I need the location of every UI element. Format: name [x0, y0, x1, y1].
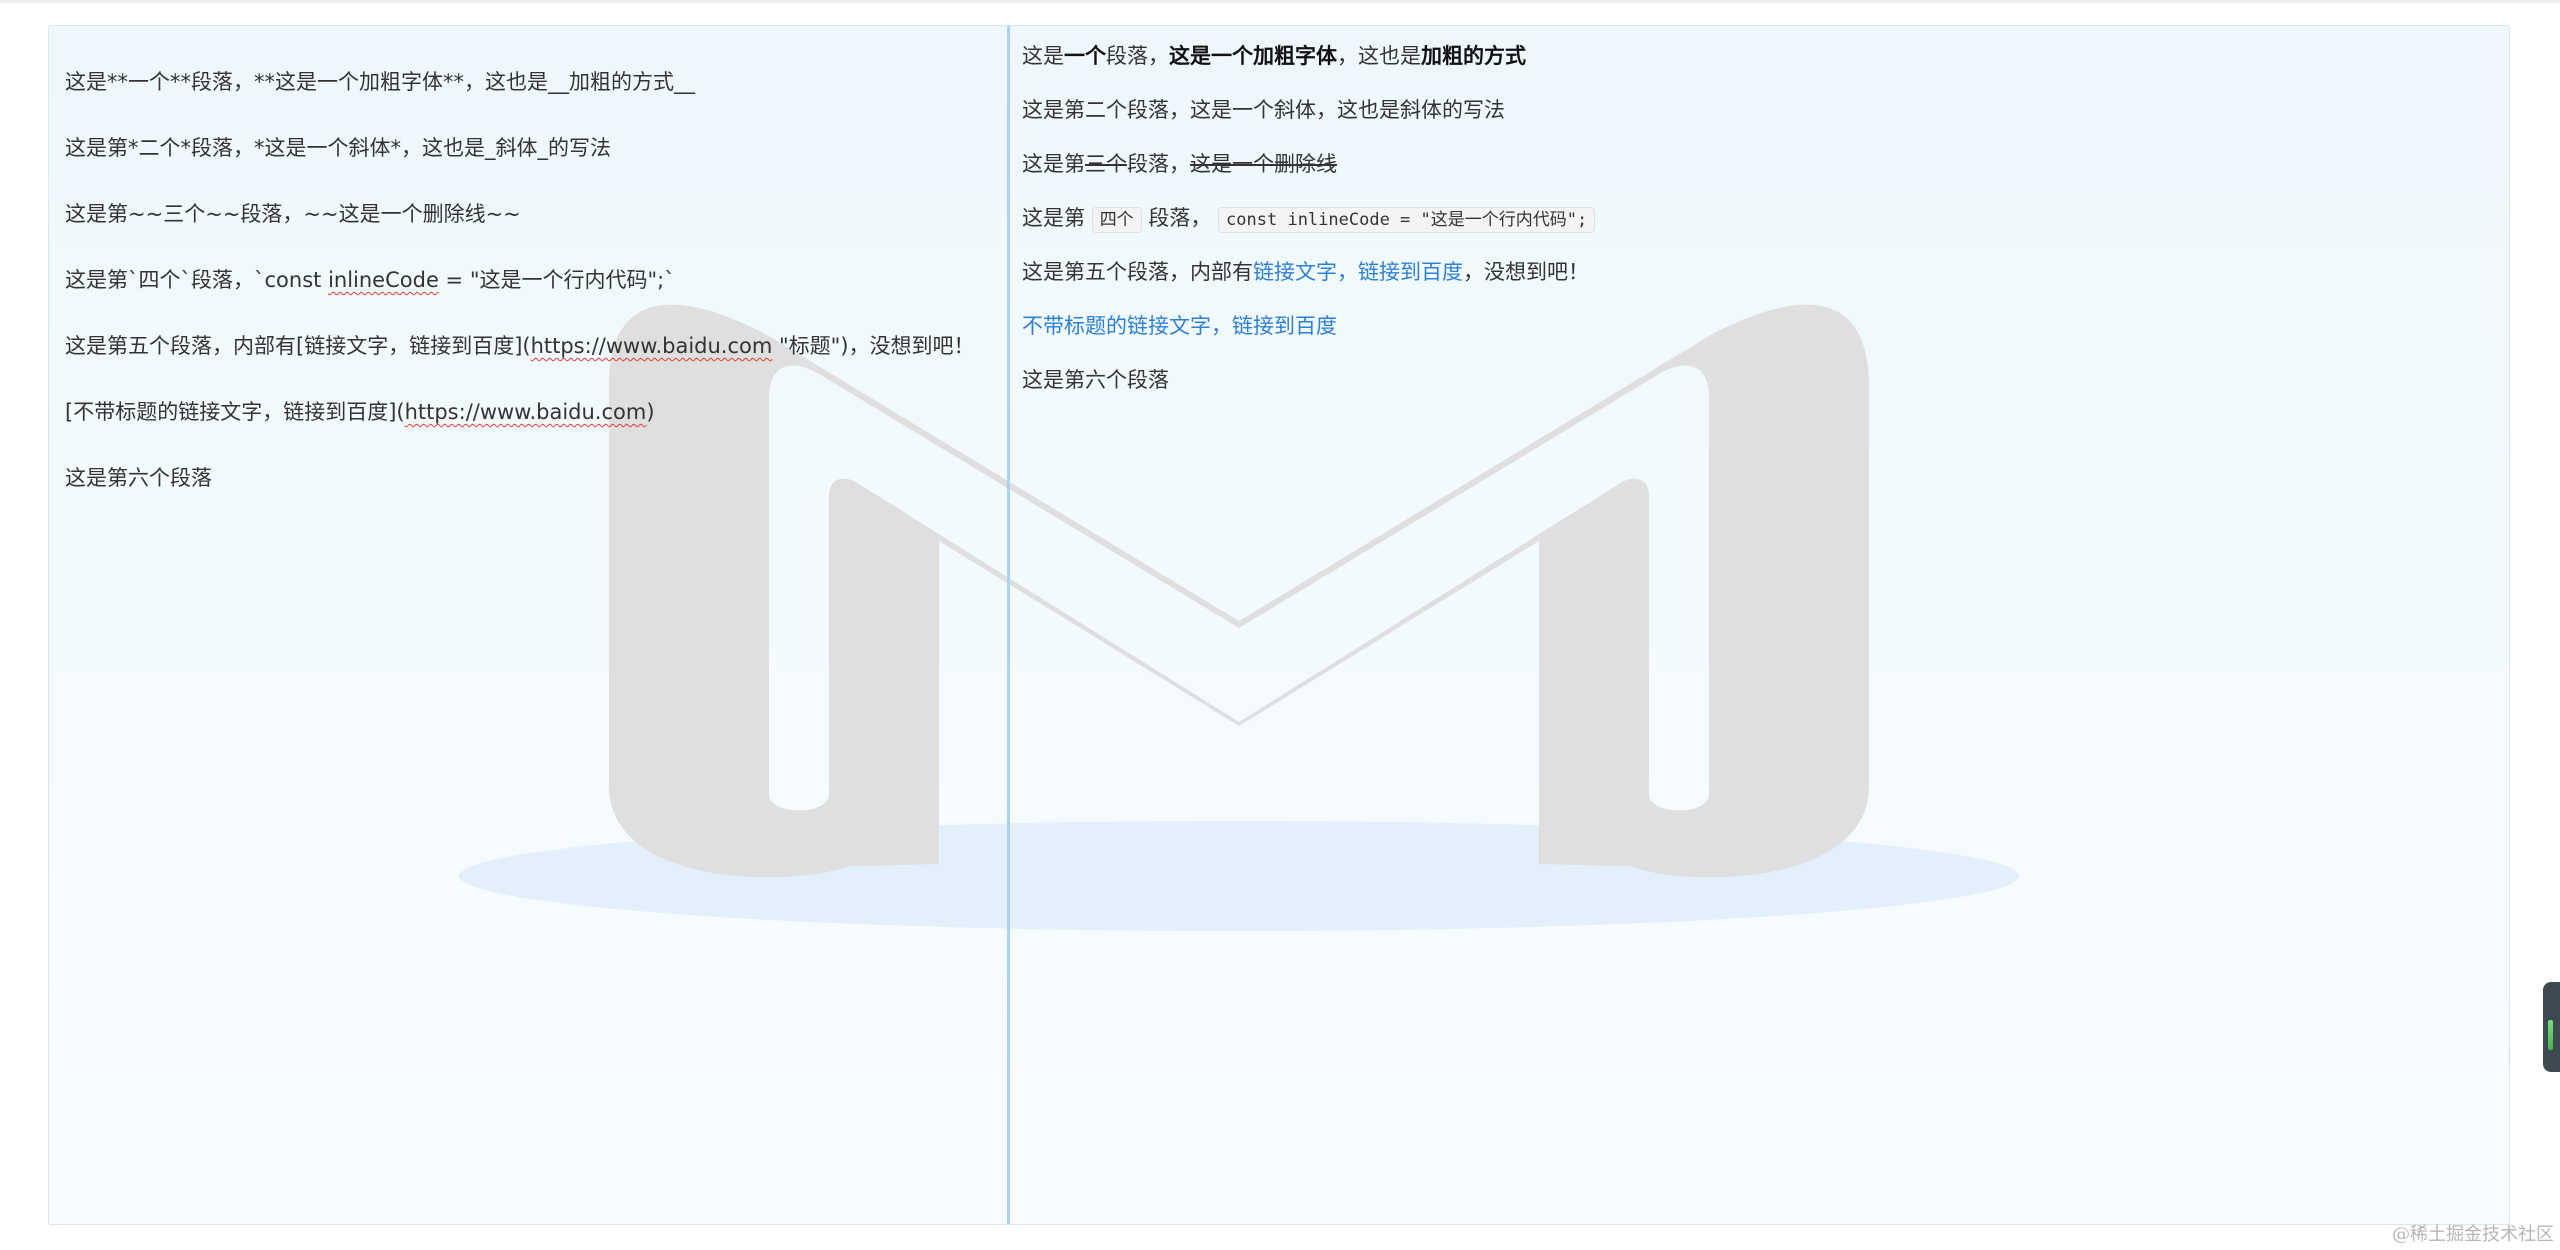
source-line[interactable]: 这是第六个段落 — [65, 462, 992, 494]
source-line[interactable]: [不带标题的链接文字，链接到百度](https://www.baidu.com) — [65, 396, 992, 428]
source-text: 这是第`四个`段落，`const — [65, 268, 329, 292]
preview-paragraph: 这是第六个段落 — [1022, 368, 1169, 392]
text: 段落， — [1141, 206, 1219, 230]
baidu-link[interactable]: 链接文字，链接到百度 — [1253, 260, 1463, 284]
preview-paragraph: 这是第五个段落，内部有链接文字，链接到百度，没想到吧！ — [1022, 256, 2491, 288]
text: 这是第五个段落，内部有 — [1022, 260, 1253, 284]
side-widget-handle[interactable] — [2543, 982, 2560, 1072]
text: 段落， — [1106, 44, 1169, 68]
text: 这是第 — [1022, 152, 1085, 176]
markdown-editor: 这是**一个**段落，**这是一个加粗字体**，这也是__加粗的方式__ 这是第… — [48, 25, 2510, 1225]
markdown-source-pane[interactable]: 这是**一个**段落，**这是一个加粗字体**，这也是__加粗的方式__ 这是第… — [49, 26, 1007, 1224]
strikethrough-text: 这是一个删除线 — [1190, 152, 1337, 176]
bold-text: 一个 — [1064, 44, 1106, 68]
source-text: ) — [646, 400, 655, 424]
spellcheck-underline: https://www.baidu.com — [404, 400, 647, 424]
text: ，没想到吧！ — [1463, 260, 1589, 284]
text: 段落， — [1127, 152, 1190, 176]
source-text: [不带标题的链接文字，链接到百度]( — [65, 400, 405, 424]
spellcheck-underline: https://www.baidu.com — [530, 334, 773, 358]
inline-code: const inlineCode = "这是一个行内代码"; — [1218, 207, 1596, 233]
site-watermark: @稀土掘金技术社区 — [2392, 1224, 2554, 1245]
inline-code: 四个 — [1091, 207, 1142, 233]
top-border — [0, 0, 2560, 3]
source-line[interactable]: 这是第*二个*段落，*这是一个斜体*，这也是_斜体_的写法 — [65, 132, 992, 164]
source-text: "标题")，没想到吧！ — [772, 334, 975, 358]
source-line[interactable]: 这是第`四个`段落，`const inlineCode = "这是一个行内代码"… — [65, 264, 992, 296]
text: 这是 — [1022, 44, 1064, 68]
source-text: = "这是一个行内代码";` — [438, 268, 675, 292]
baidu-link-untitled[interactable]: 不带标题的链接文字，链接到百度 — [1022, 314, 1337, 338]
page: 这是**一个**段落，**这是一个加粗字体**，这也是__加粗的方式__ 这是第… — [0, 0, 2560, 1250]
bold-text: 加粗的方式 — [1421, 44, 1526, 68]
preview-paragraph: 这是一个段落，这是一个加粗字体，这也是加粗的方式 — [1022, 40, 2491, 72]
text: ，这也是 — [1337, 44, 1421, 68]
bold-text: 这是一个加粗字体 — [1169, 44, 1337, 68]
preview-paragraph: 这是第 四个 段落， const inlineCode = "这是一个行内代码"… — [1022, 202, 2491, 234]
source-line[interactable]: 这是第~~三个~~段落，~~这是一个删除线~~ — [65, 198, 992, 230]
source-line[interactable]: 这是第五个段落，内部有[链接文字，链接到百度](https://www.baid… — [65, 330, 992, 362]
text: 这是第 — [1022, 206, 1092, 230]
preview-pane: 这是一个段落，这是一个加粗字体，这也是加粗的方式 这是第二个段落，这是一个斜体，… — [1010, 26, 2509, 1224]
source-line[interactable]: 这是**一个**段落，**这是一个加粗字体**，这也是__加粗的方式__ — [65, 66, 992, 98]
battery-icon — [2548, 1020, 2553, 1050]
source-text: 这是第五个段落，内部有[链接文字，链接到百度]( — [65, 334, 531, 358]
strikethrough-text: 三个 — [1085, 152, 1127, 176]
spellcheck-underline: inlineCode — [328, 268, 439, 292]
preview-paragraph: 不带标题的链接文字，链接到百度 — [1022, 310, 2491, 342]
preview-paragraph: 这是第二个段落，这是一个斜体，这也是斜体的写法 — [1022, 98, 1505, 122]
preview-paragraph: 这是第三个段落，这是一个删除线 — [1022, 148, 2491, 180]
